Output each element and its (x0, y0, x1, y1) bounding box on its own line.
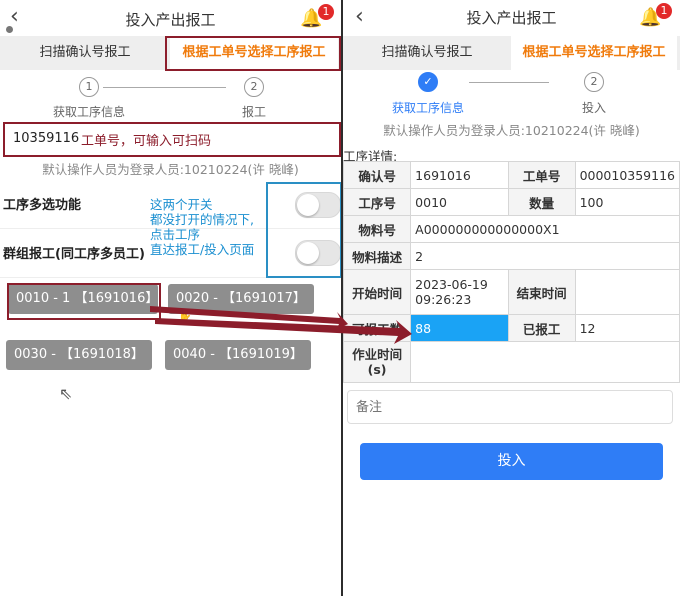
annotation-line: 直达报工/投入页面 (150, 242, 255, 257)
camera-dot (6, 26, 13, 33)
table-row: 开始时间 2023-06-19 09:26:23 结束时间 (343, 269, 680, 315)
cell-label: 开始时间 (343, 269, 412, 315)
step-2-label: 投入 (581, 101, 606, 115)
table-row: 确认号 1691016 工单号 000010359116 (343, 161, 680, 189)
table-row: 作业时间(s) (343, 341, 680, 383)
switch-label-multi-select: 工序多选功能 (3, 198, 82, 213)
table-row: 工序号 0010 数量 100 (343, 188, 680, 216)
mouse-cursor-icon: ⇖ (59, 384, 73, 403)
tab-select-by-order[interactable]: 根据工单号选择工序报工 (511, 36, 677, 70)
annotation-line: 都没打开的情况下, (150, 212, 254, 227)
notification-badge: 1 (656, 3, 672, 19)
cell-label: 工单号 (507, 161, 576, 189)
table-row: 物料描述 2 (343, 242, 680, 270)
qty-value: 100 (574, 188, 680, 216)
tab-scan-confirm[interactable]: 扫描确认号报工 (0, 36, 170, 70)
work-order-value: 10359116 (13, 131, 80, 146)
step-1-circle: 1 (79, 77, 99, 97)
submit-button[interactable]: 投入 (360, 443, 663, 480)
switch-highlight-box (266, 182, 341, 278)
desc-value: 2 (410, 242, 680, 270)
work-order-input[interactable]: 10359116 工单号，可输入可扫码 (3, 122, 341, 157)
cell-label: 结束时间 (507, 269, 576, 315)
operator-info: 默认操作人员为登录人员:10210224(许 晓峰) (383, 123, 640, 138)
cell-label: 可报工数 (343, 314, 412, 342)
right-screen: ‹ 投入产出报工 🔔 1 扫描确认号报工 根据工单号选择工序报工 ✓ 2 获取工… (343, 0, 680, 596)
step-1-done-icon: ✓ (418, 72, 438, 92)
table-row: 可报工数 88 已报工 12 (343, 314, 680, 342)
process-highlight-box (7, 283, 161, 320)
op-no-value: 0010 (410, 188, 509, 216)
tab-highlight-box (165, 36, 341, 71)
tab-scan-confirm[interactable]: 扫描确认号报工 (343, 36, 511, 70)
remarks-input[interactable] (347, 390, 673, 424)
step-2-circle: 2 (584, 72, 604, 92)
left-header: ‹ 投入产出报工 🔔 1 (0, 0, 341, 38)
switch-annotation: 这两个开关 都没打开的情况下, 点击工序 直达报工/投入页面 (150, 197, 254, 257)
page-title: 投入产出报工 (466, 9, 557, 27)
step-2-circle: 2 (244, 77, 264, 97)
cell-label: 物料号 (343, 215, 412, 243)
confirm-no-value: 1691016 (410, 161, 509, 189)
operator-info: 默认操作人员为登录人员:10210224(许 晓峰) (42, 162, 299, 177)
annotation-line: 点击工序 (150, 227, 201, 242)
touch-marker-icon: ✋ (178, 309, 192, 322)
step-1-label: 获取工序信息 (391, 101, 464, 115)
step-2-label: 报工 (241, 105, 266, 119)
cell-label: 数量 (507, 188, 576, 216)
work-order-annotation: 工单号，可输入可扫码 (81, 134, 212, 149)
order-no-value: 000010359116 (574, 161, 680, 189)
reported-qty-value: 12 (574, 314, 680, 342)
cell-label: 工序号 (343, 188, 412, 216)
notification-badge: 1 (318, 4, 334, 20)
switch-label-group-report: 群组报工(同工序多员工) (3, 247, 145, 262)
process-button-0040[interactable]: 0040 - 【1691019】 (165, 340, 311, 370)
details-table: 确认号 1691016 工单号 000010359116 工序号 0010 数量… (343, 161, 680, 383)
cell-label: 确认号 (343, 161, 412, 189)
cell-label: 已报工 (507, 314, 576, 342)
table-row: 物料号 A000000000000000X1 (343, 215, 680, 243)
step-connector (469, 82, 549, 83)
process-button-0030[interactable]: 0030 - 【1691018】 (6, 340, 152, 370)
right-header: ‹ 投入产出报工 🔔 1 (343, 0, 680, 38)
cell-label: 作业时间(s) (343, 341, 412, 383)
page-title: 投入产出报工 (125, 11, 216, 29)
left-screen: ‹ 投入产出报工 🔔 1 扫描确认号报工 根据工单号选择工序报工 1 2 获取工… (0, 0, 341, 596)
end-time-value (574, 269, 680, 315)
step-connector (103, 87, 226, 88)
step-1-label: 获取工序信息 (52, 105, 125, 119)
tab-bar: 扫描确认号报工 根据工单号选择工序报工 (343, 36, 680, 70)
annotation-line: 这两个开关 (150, 197, 213, 212)
work-time-input[interactable] (410, 341, 680, 383)
reportable-qty-input[interactable]: 88 (410, 314, 509, 342)
cell-label: 物料描述 (343, 242, 412, 270)
start-time-value: 2023-06-19 09:26:23 (410, 269, 509, 315)
material-value: A000000000000000X1 (410, 215, 680, 243)
